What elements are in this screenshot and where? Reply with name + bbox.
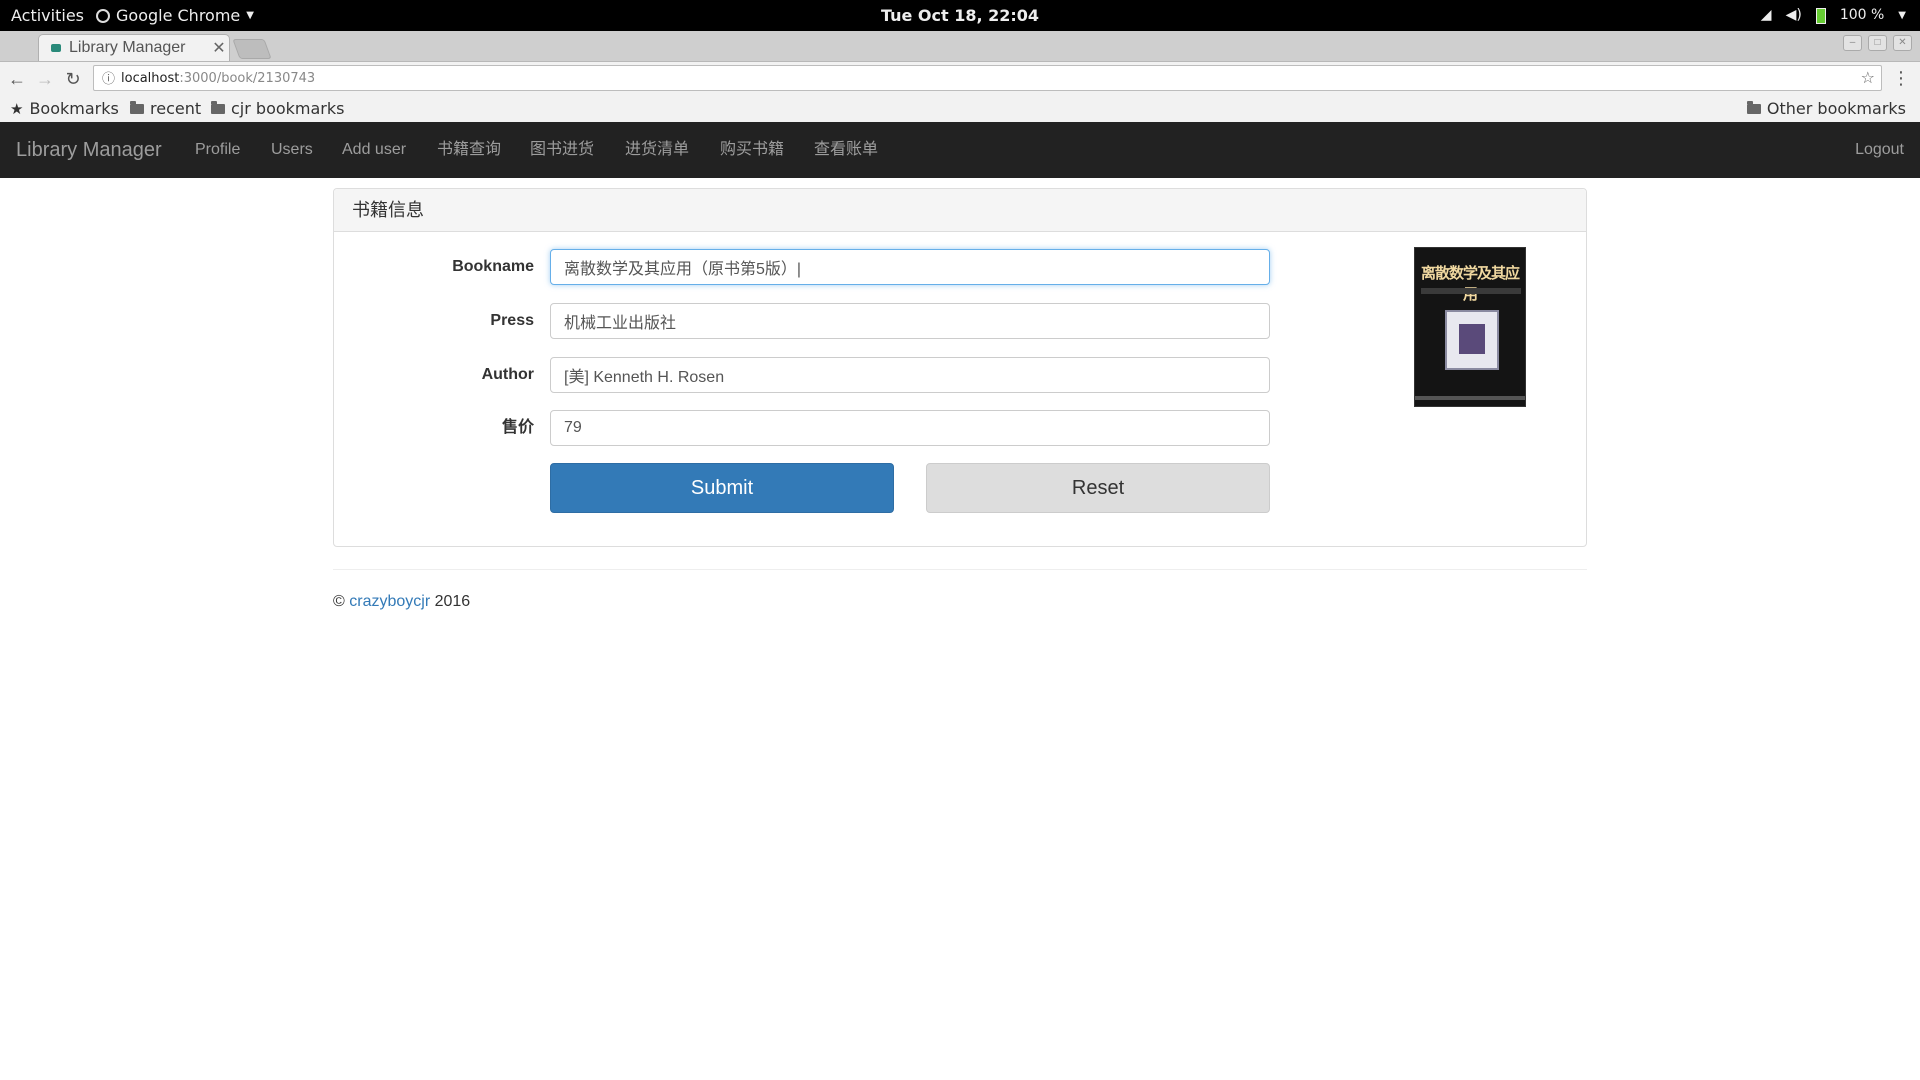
- clock[interactable]: Tue Oct 18, 22:04: [0, 0, 1920, 31]
- bookmark-label: Other bookmarks: [1766, 99, 1906, 118]
- nav-buy-books[interactable]: 购买书籍: [720, 122, 784, 178]
- system-top-bar: Activities Google Chrome ▼ Tue Oct 18, 2…: [0, 0, 1920, 31]
- cover-band: [1421, 288, 1521, 294]
- cover-footer: [1415, 396, 1525, 400]
- nav-add-user[interactable]: Add user: [342, 122, 406, 178]
- submit-button[interactable]: Submit: [550, 463, 894, 513]
- tab-title: Library Manager: [69, 39, 186, 56]
- nav-users[interactable]: Users: [271, 122, 313, 178]
- info-icon[interactable]: ⓘ: [102, 66, 115, 92]
- bookmark-label: cjr bookmarks: [231, 99, 345, 118]
- cover-title: 离散数学及其应用: [1420, 264, 1520, 303]
- reset-button[interactable]: Reset: [926, 463, 1270, 513]
- minimize-icon[interactable]: –: [1843, 35, 1862, 51]
- close-tab-icon[interactable]: ✕: [209, 38, 229, 58]
- folder-icon: [130, 101, 144, 114]
- menu-icon[interactable]: ⋮: [1892, 68, 1910, 89]
- bookmark-cjr[interactable]: cjr bookmarks: [211, 96, 344, 122]
- forward-icon[interactable]: →: [34, 68, 56, 90]
- bookmark-label: recent: [150, 99, 202, 118]
- copyright-symbol: ©: [333, 593, 345, 610]
- url-path: :3000/book/2130743: [179, 71, 316, 86]
- book-cover-image: 离散数学及其应用: [1414, 247, 1526, 407]
- star-icon[interactable]: ☆: [1861, 66, 1875, 92]
- back-icon[interactable]: ←: [6, 68, 28, 90]
- bookmark-recent[interactable]: recent: [130, 96, 201, 122]
- folder-icon: [211, 101, 225, 114]
- nav-profile[interactable]: Profile: [195, 122, 240, 178]
- author-label: Author: [481, 366, 534, 383]
- close-icon[interactable]: ✕: [1893, 35, 1912, 51]
- nav-purchase-list[interactable]: 进货清单: [625, 122, 689, 178]
- app-navbar: Library Manager Profile Users Add user 书…: [0, 122, 1920, 178]
- address-bar[interactable]: ⓘ localhost:3000/book/2130743 ☆: [93, 65, 1882, 91]
- bookmarks-bar: ★ Bookmarks recent cjr bookmarks Other b…: [0, 96, 1920, 123]
- url-text: localhost:3000/book/2130743: [121, 66, 315, 92]
- volume-icon: ◀): [1785, 7, 1802, 23]
- footer: © crazyboycjr 2016: [333, 593, 470, 611]
- press-label: Press: [490, 312, 534, 329]
- nav-book-query[interactable]: 书籍查询: [437, 122, 501, 178]
- nav-book-purchase[interactable]: 图书进货: [530, 122, 594, 178]
- window-controls: – □ ✕: [1843, 35, 1912, 51]
- battery-icon: [1815, 7, 1826, 24]
- dropdown-icon: ▼: [1898, 10, 1906, 21]
- author-input[interactable]: [550, 357, 1270, 393]
- nav-view-bills[interactable]: 查看账单: [814, 122, 878, 178]
- favicon-icon: [51, 44, 61, 52]
- brand-link[interactable]: Library Manager: [16, 122, 162, 178]
- bookname-label: Bookname: [452, 258, 534, 275]
- press-input[interactable]: [550, 303, 1270, 339]
- tab-strip: Library Manager ✕ – □ ✕: [0, 31, 1920, 62]
- bookname-input[interactable]: [550, 249, 1270, 285]
- reload-icon[interactable]: ↻: [62, 68, 84, 90]
- maximize-icon[interactable]: □: [1868, 35, 1887, 51]
- book-info-panel: 书籍信息 Bookname Press Author 售价 Submit Res…: [333, 188, 1587, 547]
- footer-divider: [333, 569, 1587, 570]
- url-host: localhost: [121, 71, 180, 86]
- panel-heading: 书籍信息: [334, 189, 1586, 232]
- folder-icon: [1746, 101, 1761, 114]
- nav-logout[interactable]: Logout: [1855, 122, 1904, 178]
- price-label: 售价: [501, 419, 534, 436]
- star-icon: ★: [10, 100, 24, 118]
- bookmark-bookmarks[interactable]: ★ Bookmarks: [10, 96, 119, 122]
- new-tab-button[interactable]: [232, 39, 272, 59]
- wifi-icon: ◢: [1760, 7, 1772, 23]
- footer-year: 2016: [434, 593, 471, 610]
- system-tray[interactable]: ◢ ◀) 100 % ▼: [1761, 0, 1906, 31]
- author-link[interactable]: crazyboycjr: [349, 593, 430, 610]
- cover-illustration: [1445, 310, 1499, 370]
- browser-toolbar: ← → ↻ ⓘ localhost:3000/book/2130743 ☆ ⋮: [0, 62, 1920, 96]
- battery-percent: 100 %: [1839, 7, 1885, 23]
- bookmark-label: Bookmarks: [29, 99, 119, 118]
- tab-library-manager[interactable]: Library Manager ✕: [38, 34, 230, 61]
- price-input[interactable]: [550, 410, 1270, 446]
- bookmark-other[interactable]: Other bookmarks: [1746, 96, 1906, 122]
